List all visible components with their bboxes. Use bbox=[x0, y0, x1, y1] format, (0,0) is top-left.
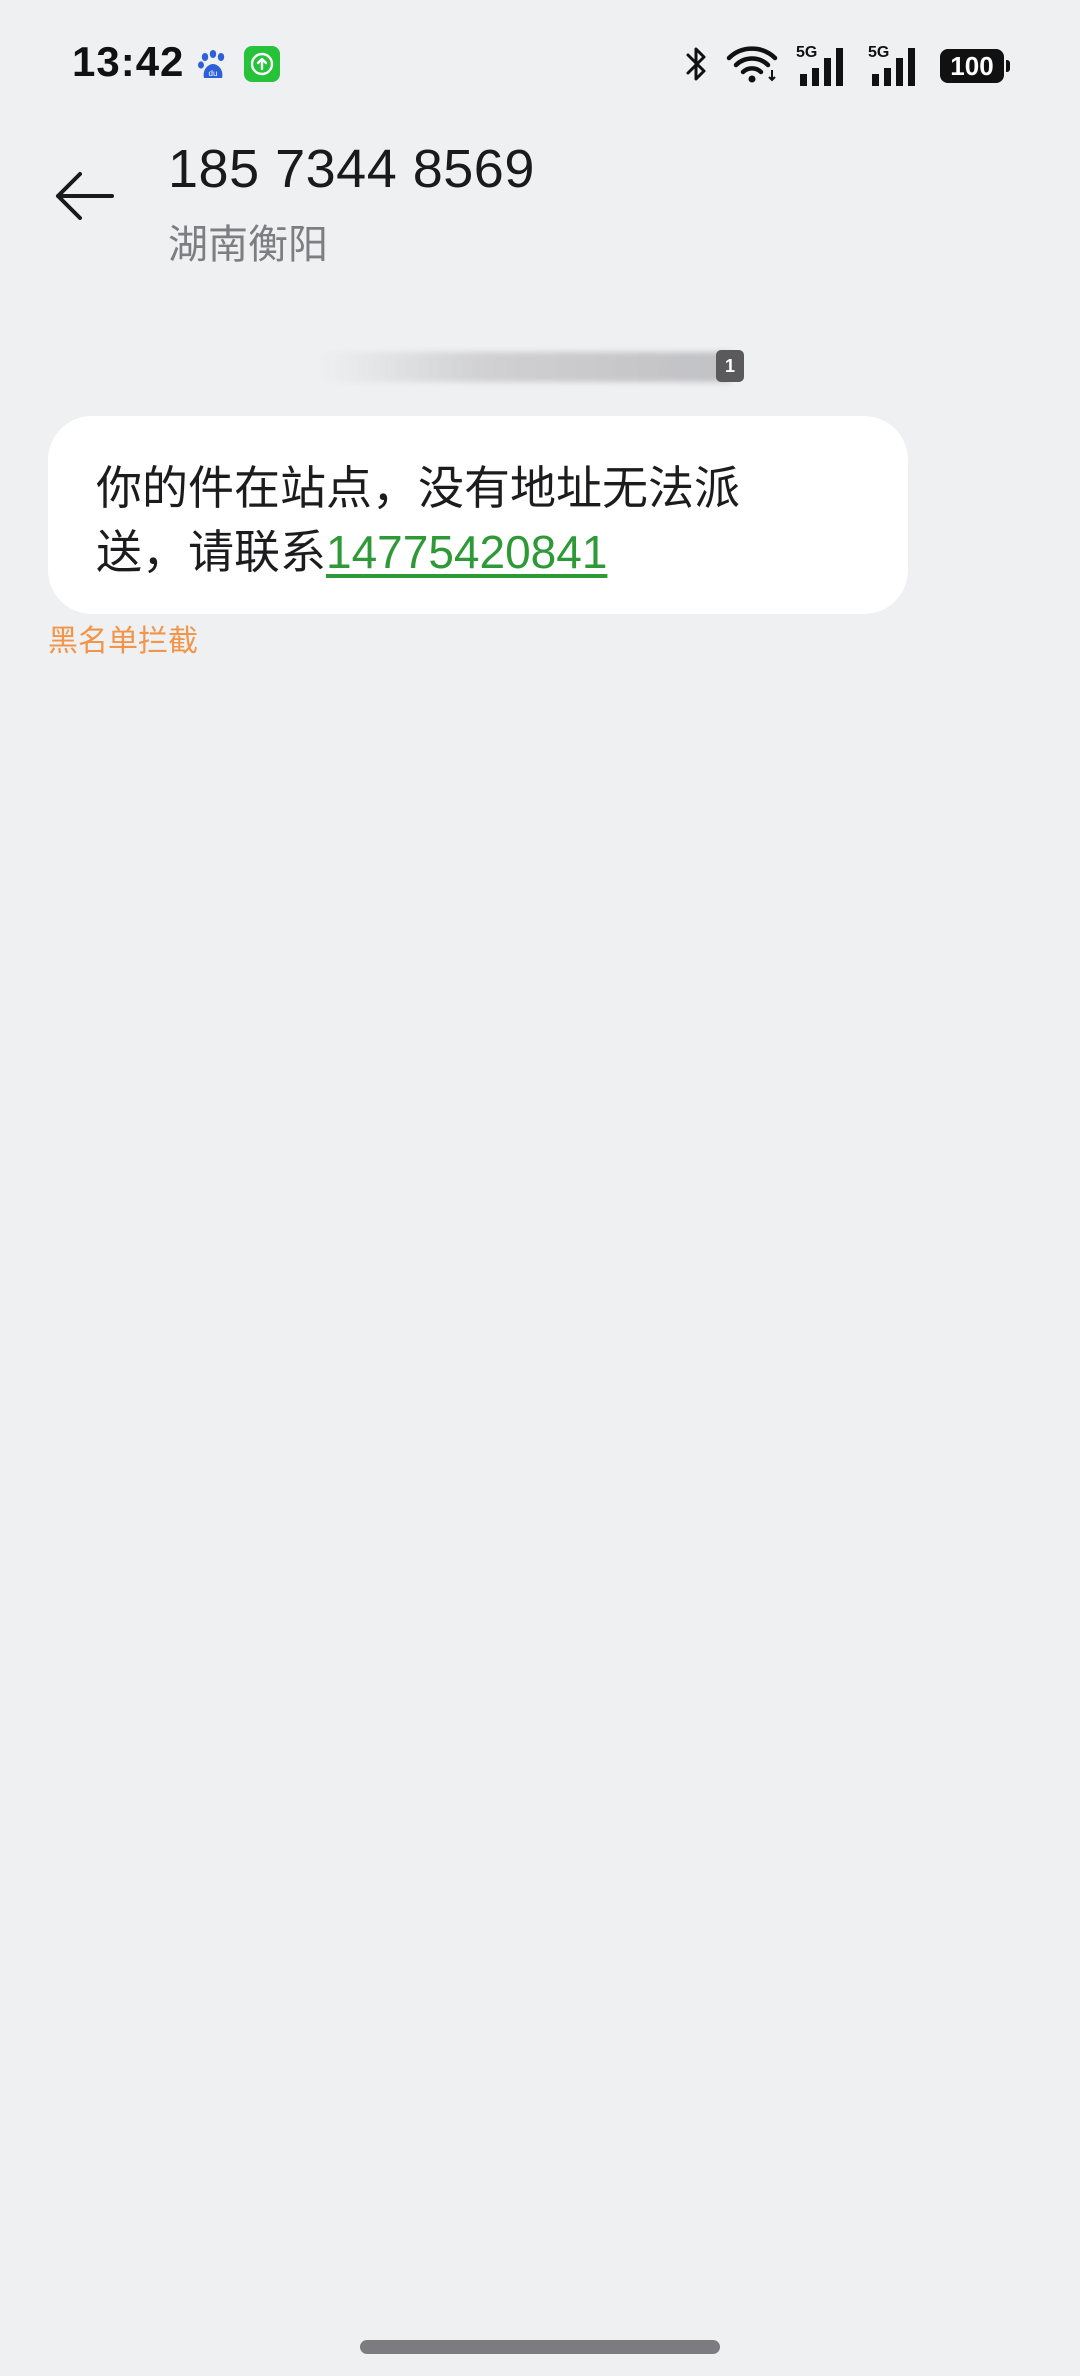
phone-number-link[interactable]: 14775420841 bbox=[326, 526, 607, 578]
status-time: 13:42 bbox=[72, 38, 185, 85]
wifi-icon bbox=[726, 44, 778, 89]
sim-badge: 1 bbox=[716, 350, 744, 382]
arrow-left-icon bbox=[56, 172, 114, 220]
status-bar: 13:42 du 5G 5G 100 bbox=[0, 0, 1080, 130]
message-bubble[interactable]: 你的件在站点，没有地址无法派送，请联系14775420841 bbox=[48, 416, 908, 614]
system-status-icons: 5G 5G 100 bbox=[684, 44, 1010, 89]
blocked-status-label: 黑名单拦截 bbox=[48, 625, 198, 658]
contact-number: 185 7344 8569 bbox=[168, 139, 535, 199]
upload-icon bbox=[244, 46, 280, 82]
contact-location: 湖南衡阳 bbox=[168, 223, 328, 267]
baidu-icon: du bbox=[196, 48, 230, 82]
signal-5g-icon: 5G bbox=[796, 44, 850, 88]
back-button[interactable] bbox=[48, 160, 120, 232]
home-indicator[interactable] bbox=[360, 2340, 720, 2354]
signal-5g-icon: 5G bbox=[868, 44, 922, 88]
bluetooth-icon bbox=[684, 44, 708, 89]
message-timestamp-redacted bbox=[320, 352, 730, 382]
svg-text:du: du bbox=[209, 69, 218, 78]
battery-icon: 100 bbox=[940, 49, 1010, 83]
message-text: 你的件在站点，没有地址无法派送，请联系14775420841 bbox=[96, 456, 796, 584]
